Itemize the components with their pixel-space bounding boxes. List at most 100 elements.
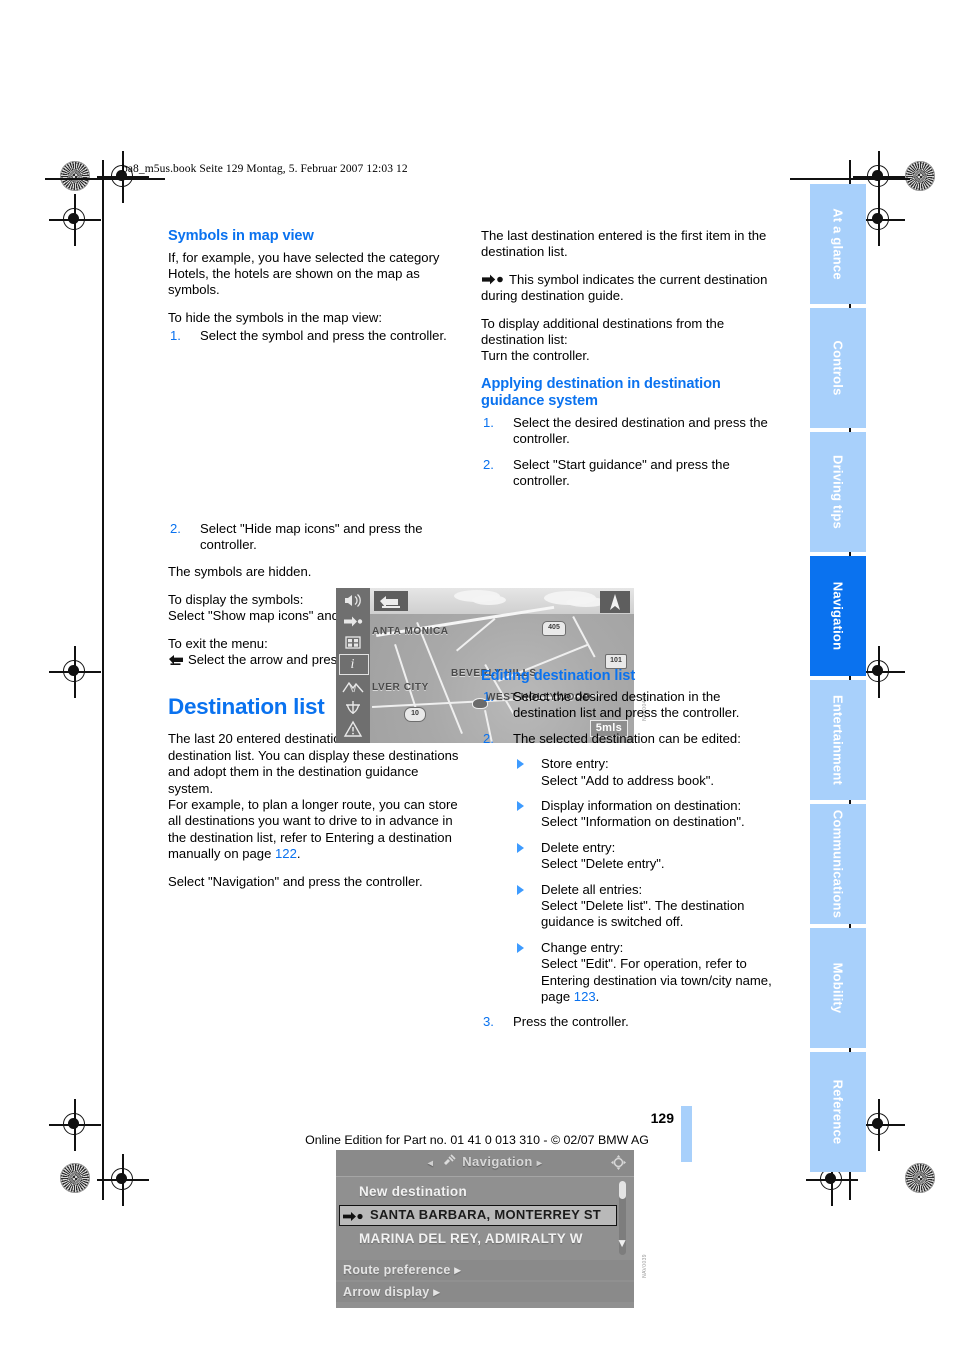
triangle-bullet-icon [517,942,524,953]
speaker-icon[interactable] [339,591,367,610]
map-icon-sidebar: i [336,588,370,743]
paragraph-current-destination-symbol: This symbol indicates the current destin… [481,272,777,305]
current-destination-text: This symbol indicates the current destin… [481,271,768,304]
arrow-destination-icon[interactable] [339,612,367,631]
option-body: Select "Information on destination". [541,814,745,830]
back-arrow-icon[interactable] [374,591,408,611]
steps-applying-destination: 1. Select the desired destination and pr… [481,415,777,490]
tab-label: Mobility [830,962,846,1014]
step-text: Select "Hide map icons" and press the co… [200,520,423,552]
scroll-down-caret-icon[interactable]: ▼ [616,1235,628,1251]
heading-symbols-in-map-view: Symbols in map view [168,228,314,244]
tab-label: Driving tips [830,455,846,529]
page-reference-123[interactable]: 123 [574,989,596,1004]
halftone-star-target-br [905,1163,935,1193]
trim-line-left [102,160,104,1200]
step-item: 2. Select "Start guidance" and press the… [481,457,777,490]
menu-item-label: New destination [359,1184,468,1200]
halftone-star-target [60,161,90,191]
menu-item-new-destination[interactable]: New destination [342,1182,614,1203]
paragraph-symbols-hidden: The symbols are hidden. [168,564,312,580]
tab-controls[interactable]: Controls [810,308,866,428]
triangle-bullet-icon [517,801,524,811]
arrow-dot-icon [342,1210,366,1221]
prev-arrow-icon[interactable]: ◂ [428,1158,433,1169]
menu-footer-arrow-display[interactable]: Arrow display ▸ [336,1282,634,1302]
scrollbar-thumb[interactable] [619,1181,626,1199]
menu-title-text: Navigation [462,1154,533,1169]
option-title: Delete all entries: [541,881,643,897]
navigation-satellite-icon [442,1154,457,1171]
info-icon[interactable]: i [339,654,369,675]
paragraph-hide-symbols-intro: To hide the symbols in the map view: [168,309,382,325]
list-item: Display information on destination: Sele… [513,798,777,831]
menu-footer-route-preference[interactable]: Route preference ▸ [336,1260,634,1280]
steps-hide-symbols-2: 2. Select "Hide map icons" and press the… [168,521,464,554]
steps-hide-symbols-1: 1. Select the symbol and press the contr… [168,328,464,344]
menu-item-label: Route preference [343,1262,451,1277]
option-body-after: . [595,989,600,1005]
menu-body: New destination SANTA BARBARA, MONTERREY… [336,1177,634,1308]
step-number: 3. [483,1014,494,1030]
poi-icon[interactable] [339,698,367,717]
step-text: Select the symbol and press the controll… [200,328,447,344]
tab-label: Communications [830,809,846,919]
tab-label: Controls [830,340,846,396]
step-item: 3. Press the controller. [481,1014,777,1030]
page-reference-122[interactable]: 122 [275,846,297,861]
paragraph-additional-destinations-intro: To display additional destinations from … [481,315,725,348]
route-icon[interactable] [339,677,367,696]
tab-label: Navigation [830,581,846,651]
menu-item-label: MARINA DEL REY, ADMIRALTY W [359,1231,583,1247]
trim-line-top [45,178,165,180]
step-text: Select "Start guidance" and press the co… [513,456,730,489]
triangle-bullet-icon [517,884,524,895]
step-text: Select the desired destination and press… [513,414,768,447]
chapter-tab-rail: At a glance Controls Driving tips Naviga… [810,184,866,1176]
option-body: Select "Add to address book". [541,772,715,788]
option-body: Select "Delete list". The destination gu… [541,898,745,930]
option-body: Select "Delete entry". [541,856,665,872]
tab-label: At a glance [830,208,846,280]
step-number: 2. [483,730,494,746]
step-number: 1. [483,688,494,704]
paragraph-turn-controller: Turn the controller. [481,348,590,364]
registration-mark-low-right [853,646,905,698]
step-number: 2. [483,456,494,472]
step-text: Press the controller. [513,1014,629,1030]
trim-line-top-right [790,178,910,180]
menu-item-label: Arrow display [343,1284,430,1299]
tab-driving-tips[interactable]: Driving tips [810,432,866,552]
map-label: ANTA MONICA [372,626,449,637]
controller-knob-icon [610,1154,627,1171]
tab-reference[interactable]: Reference [810,1052,866,1172]
halftone-star-target-bl [60,1163,90,1193]
svg-text:i: i [351,657,355,671]
option-title: Display information on destination: [541,798,742,813]
back-arrow-icon [168,654,185,666]
registration-mark-low-left [49,646,101,698]
step-text: The selected destination can be edited: [513,730,741,746]
submenu-arrow-icon: ▸ [433,1284,440,1299]
tab-entertainment[interactable]: Entertainment [810,680,866,800]
tab-at-a-glance[interactable]: At a glance [810,184,866,304]
halftone-star-target-tr [905,161,935,191]
tab-communications[interactable]: Communications [810,804,866,924]
next-arrow-icon[interactable]: ▸ [537,1158,542,1169]
figure-id-nav-left: NAV0039 [642,1254,648,1278]
option-title: Store entry: [541,756,609,772]
steps-editing-destination-list: 1. Select the desired destination in the… [481,689,777,1031]
triangle-bullet-icon [517,842,524,853]
menu-item-marina-del-rey[interactable]: MARINA DEL REY, ADMIRALTY W [342,1229,614,1250]
tab-navigation[interactable]: Navigation [810,556,866,676]
option-title: Change entry: [541,939,624,955]
heading-applying-destination: Applying destination in destination guid… [481,375,721,410]
warning-icon[interactable] [339,719,367,738]
footer-copyright: Online Edition for Part no. 01 41 0 013 … [305,1133,649,1147]
paragraph-select-navigation: Select "Navigation" and press the contro… [168,873,423,889]
step-item: 1. Select the desired destination and pr… [481,415,777,448]
tab-mobility[interactable]: Mobility [810,928,866,1048]
menu-item-santa-barbara[interactable]: SANTA BARBARA, MONTERREY ST [339,1205,617,1226]
split-screen-icon[interactable] [339,633,367,652]
paragraph-plan-longer-route: For example, to plan a longer route, you… [168,797,464,863]
